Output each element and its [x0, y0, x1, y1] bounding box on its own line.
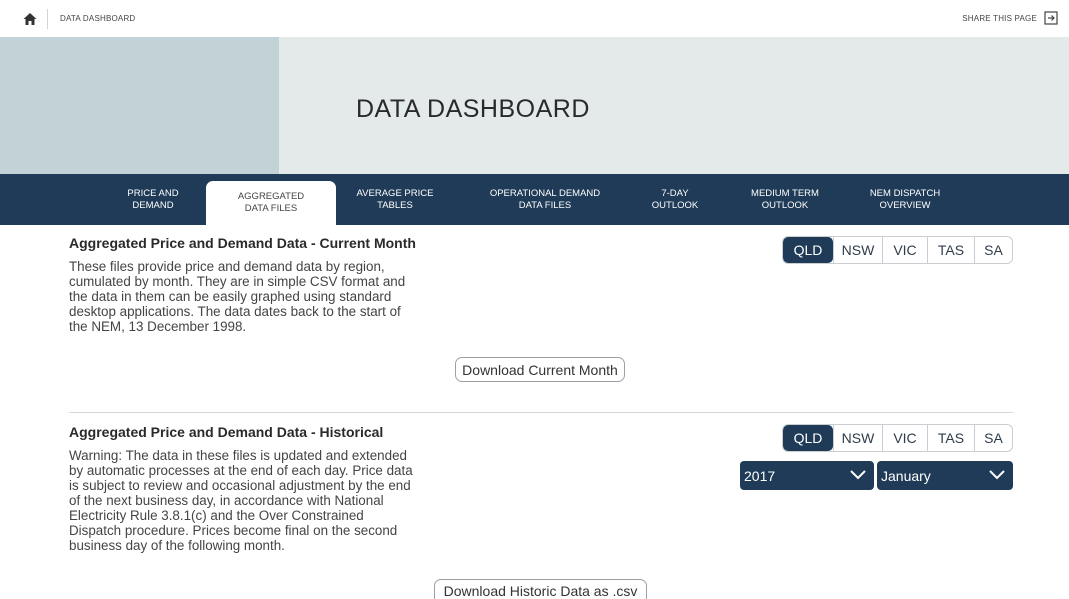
chevron-down-icon	[848, 467, 868, 483]
tab-medium-term-outlook[interactable]: MEDIUM TERM OUTLOOK	[730, 174, 840, 225]
tab-nem-dispatch-overview[interactable]: NEM DISPATCH OVERVIEW	[850, 174, 960, 225]
tab-aggregated-data-files[interactable]: AGGREGATED DATA FILES	[206, 181, 336, 225]
description-line: Electricity Rule 3.8.1(c) and the Over C…	[69, 508, 364, 523]
region-vic-button[interactable]: VIC	[882, 237, 927, 263]
year-select-value: 2017	[744, 467, 776, 484]
historical-region-selector: QLD NSW VIC TAS SA	[782, 424, 1013, 452]
month-select[interactable]: January	[877, 461, 1013, 490]
description-line: Warning: The data in these files is upda…	[69, 448, 407, 463]
region-tas-button[interactable]: TAS	[927, 425, 974, 451]
region-vic-button[interactable]: VIC	[882, 425, 927, 451]
description-line: Dispatch procedure. Prices become final …	[69, 523, 398, 538]
breadcrumb[interactable]: DATA DASHBOARD	[60, 14, 135, 23]
description-line: by automatic processes at the end of eac…	[69, 463, 413, 478]
description-line: cumulated by month. They are in simple C…	[69, 274, 406, 289]
description-line: the data in them can be easily graphed u…	[69, 289, 392, 304]
share-link[interactable]: SHARE THIS PAGE	[962, 14, 1037, 23]
current-region-selector: QLD NSW VIC TAS SA	[782, 236, 1013, 264]
page-title: DATA DASHBOARD	[356, 95, 590, 123]
top-bar: DATA DASHBOARD SHARE THIS PAGE	[0, 0, 1069, 37]
month-select-value: January	[881, 467, 931, 484]
description-line: These files provide price and demand dat…	[69, 259, 385, 274]
chevron-down-icon	[987, 467, 1007, 483]
region-nsw-button[interactable]: NSW	[833, 425, 882, 451]
tab-7-day-outlook[interactable]: 7-DAY OUTLOOK	[630, 174, 720, 225]
region-tas-button[interactable]: TAS	[927, 237, 974, 263]
tab-operational-demand-data-files[interactable]: OPERATIONAL DEMAND DATA FILES	[470, 174, 620, 225]
home-icon[interactable]	[22, 11, 38, 27]
tab-average-price-tables[interactable]: AVERAGE PRICE TABLES	[340, 174, 450, 225]
hero-banner: DATA DASHBOARD	[0, 37, 1069, 174]
region-sa-button[interactable]: SA	[974, 425, 1012, 451]
download-historic-data-button[interactable]: Download Historic Data as .csv	[434, 579, 647, 599]
year-select[interactable]: 2017	[740, 461, 874, 490]
topbar-divider	[47, 9, 48, 29]
historical-description: Warning: The data in these files is upda…	[69, 448, 469, 553]
share-icon[interactable]	[1044, 11, 1058, 25]
description-line: is subject to review and occasional adju…	[69, 478, 411, 493]
description-line: of the next business day, in accordance …	[69, 493, 384, 508]
section-divider	[69, 412, 1013, 413]
region-sa-button[interactable]: SA	[974, 237, 1012, 263]
current-month-description: These files provide price and demand dat…	[69, 259, 469, 334]
download-current-month-button[interactable]: Download Current Month	[455, 357, 625, 382]
region-qld-button[interactable]: QLD	[783, 425, 833, 451]
description-line: business day of the following month.	[69, 538, 285, 553]
current-month-title: Aggregated Price and Demand Data - Curre…	[69, 235, 416, 251]
region-nsw-button[interactable]: NSW	[833, 237, 882, 263]
tab-price-and-demand[interactable]: PRICE AND DEMAND	[110, 174, 196, 225]
historical-title: Aggregated Price and Demand Data - Histo…	[69, 424, 384, 440]
description-line: the NEM, 13 December 1998.	[69, 319, 247, 334]
description-line: desktop applications. The data dates bac…	[69, 304, 401, 319]
region-qld-button[interactable]: QLD	[783, 237, 833, 263]
main-nav: PRICE AND DEMAND AGGREGATED DATA FILES A…	[0, 174, 1069, 225]
hero-color-block	[0, 37, 279, 174]
